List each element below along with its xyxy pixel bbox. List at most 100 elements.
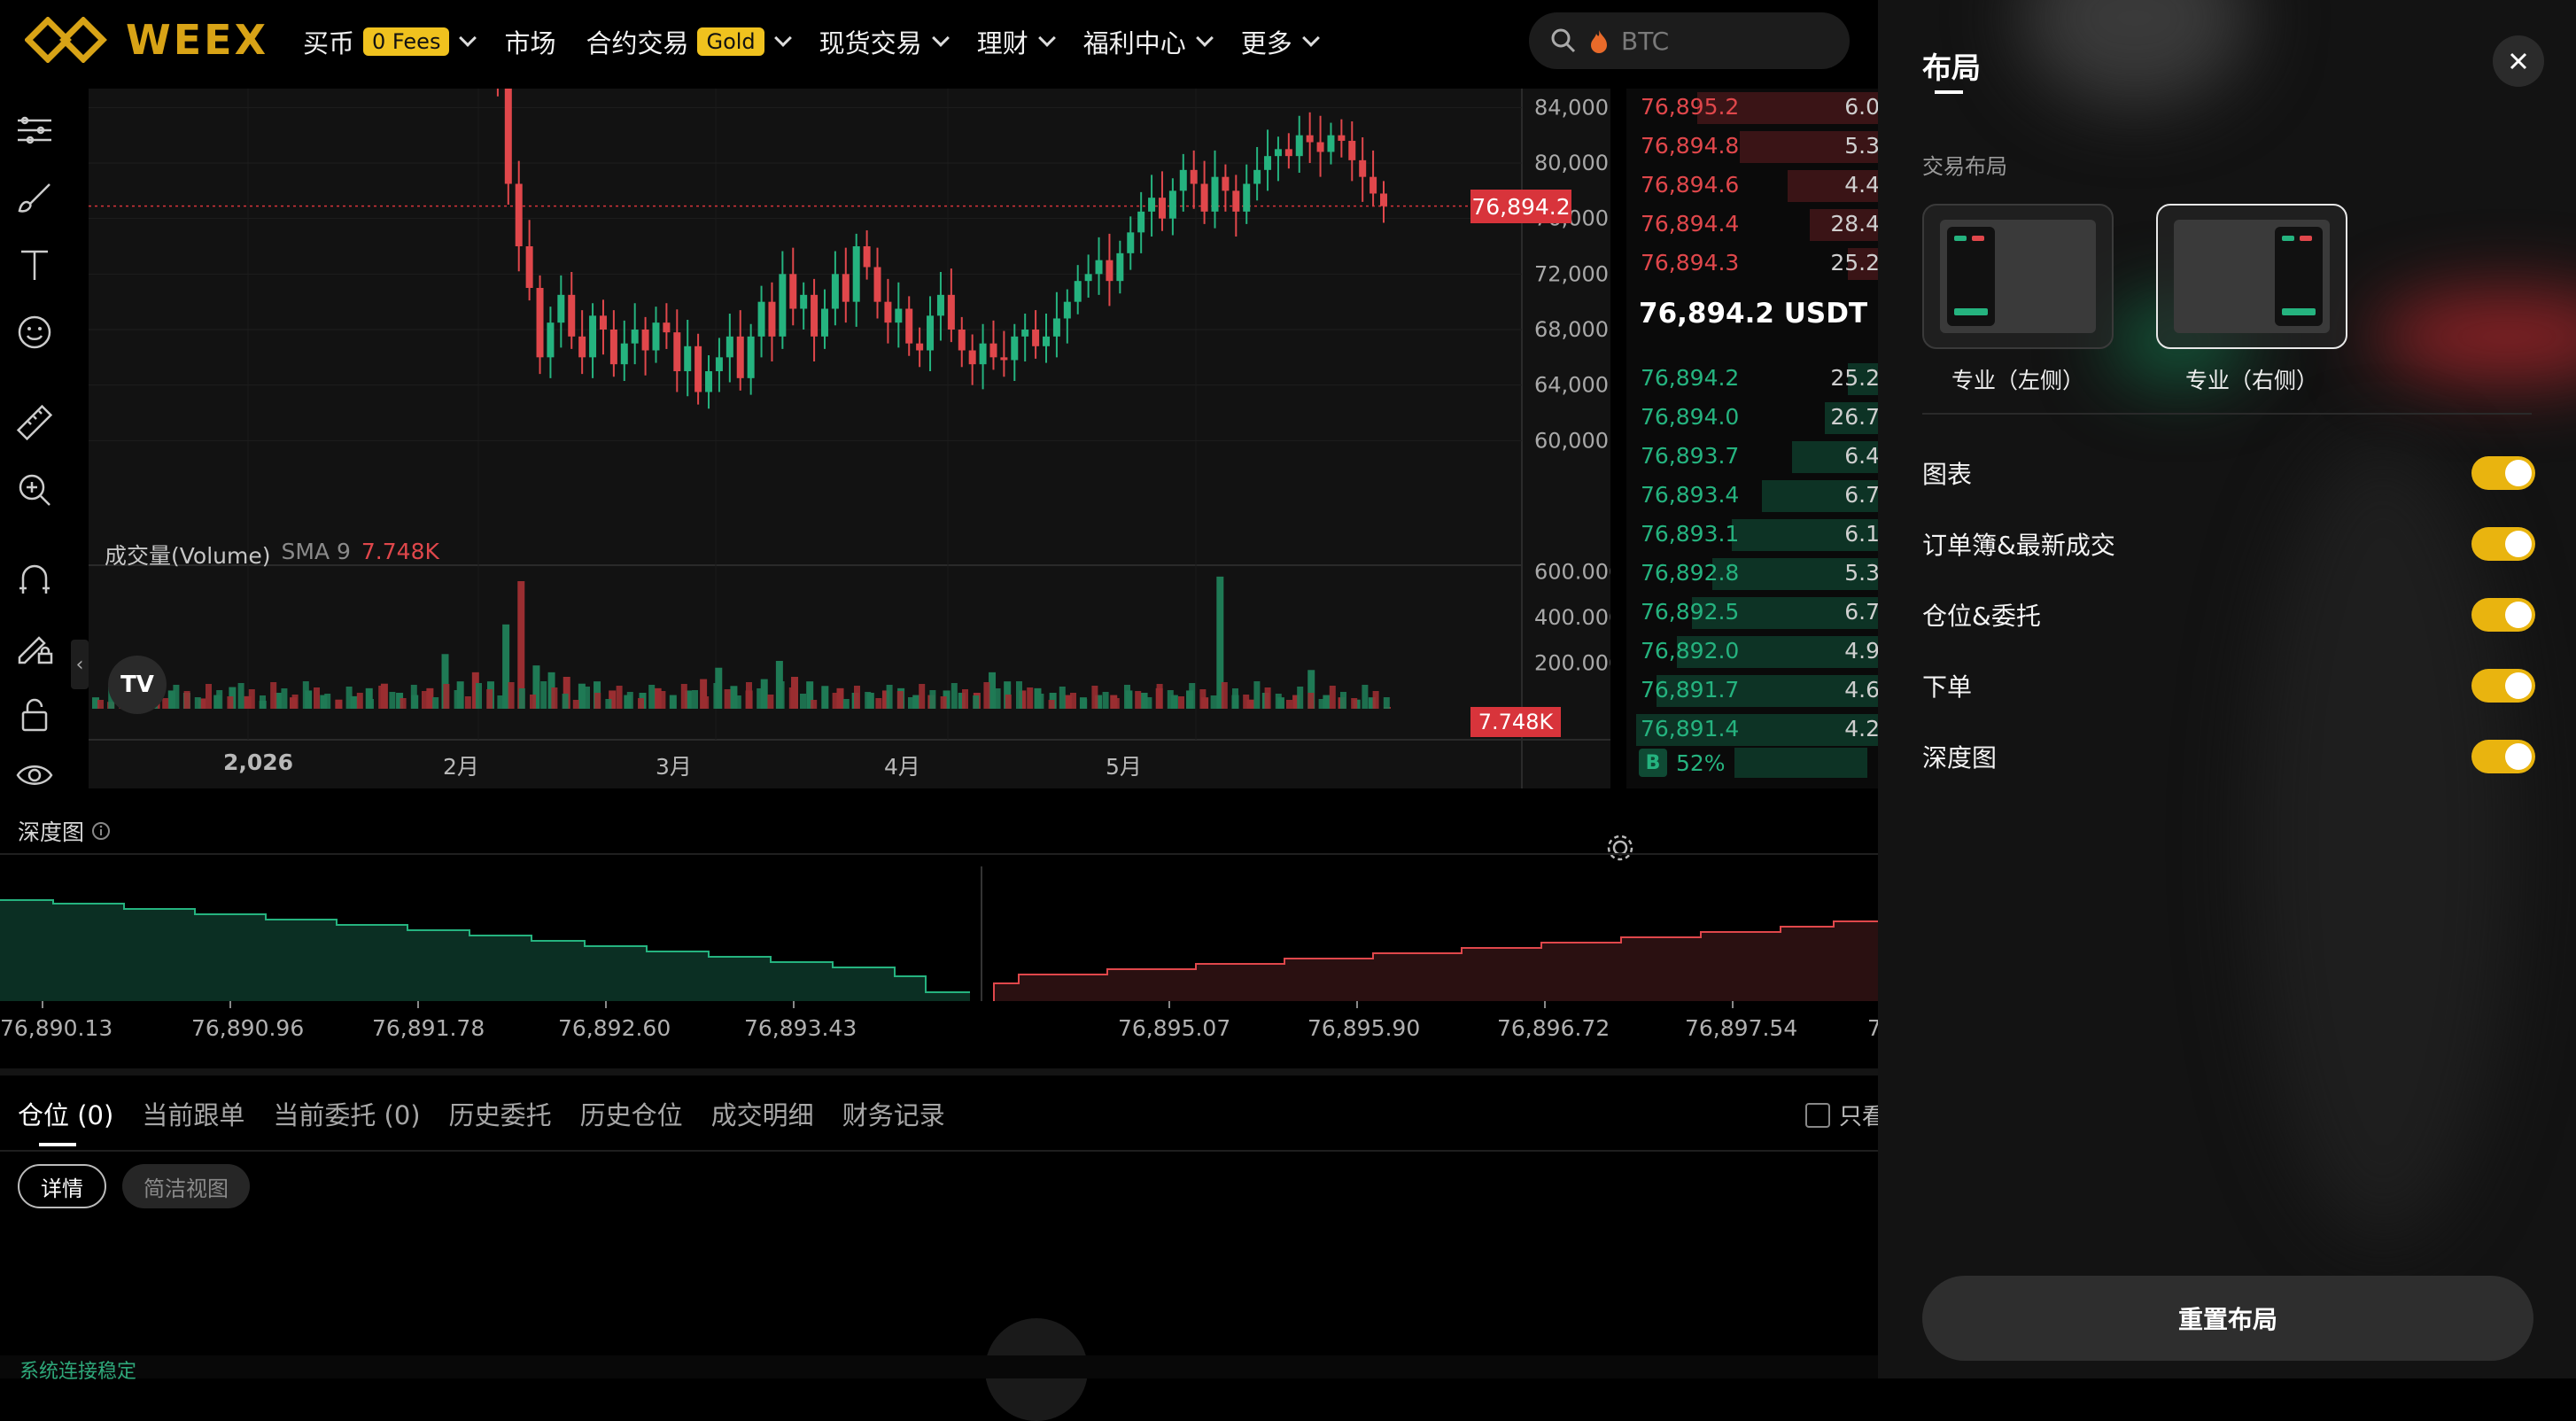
collapse-toolbar-chevron-icon[interactable]: ‹ [71, 640, 89, 689]
close-button[interactable] [2493, 35, 2544, 87]
tab-order-history[interactable]: 历史委托 [449, 1095, 552, 1132]
ask-row[interactable]: 76,894.6 4.4 [1626, 167, 1878, 206]
ask-row[interactable]: 76,894.8 5.3 [1626, 128, 1878, 167]
volume-value: 7.748K [361, 539, 439, 564]
volume-bar [670, 697, 677, 709]
tab-copy-orders[interactable]: 当前跟单 [142, 1095, 244, 1132]
positions-toggle[interactable] [2471, 598, 2535, 632]
volume-bar [865, 692, 872, 709]
nav-buy-crypto[interactable]: 买币 0 Fees [303, 23, 477, 60]
toggle-row-depth: 深度图 [1922, 730, 2535, 783]
tab-position-history[interactable]: 历史仓位 [580, 1095, 683, 1132]
volume-bar [767, 695, 774, 709]
nav-more[interactable]: 更多 [1241, 23, 1320, 60]
depth-axis-label: 76,897.54 [1685, 1015, 1798, 1041]
tab-trade-details[interactable]: 成交明细 [711, 1095, 814, 1132]
volume-bar [1037, 694, 1044, 709]
price-chart[interactable]: 60,000.064,000.068,000.072,000.076,000.0… [89, 89, 1633, 861]
depth-title-text: 深度图 [18, 819, 85, 845]
candle-body [1264, 156, 1272, 170]
bid-row[interactable]: 76,893.7 6.4 [1626, 438, 1878, 477]
candle-body [1380, 193, 1387, 206]
ask-row[interactable]: 76,894.4 28.4 [1626, 206, 1878, 245]
text-icon[interactable] [12, 243, 57, 287]
detail-view-button[interactable]: 详情 [18, 1164, 106, 1208]
bid-row[interactable]: 76,891.4 4.2 [1626, 710, 1878, 749]
depth-chart-toggle[interactable] [2471, 740, 2535, 773]
only-show-checkbox[interactable]: 只看 [1805, 1099, 1885, 1131]
layout-panel [2275, 227, 2323, 326]
ask-row[interactable]: 76,894.3 25.2 [1626, 245, 1878, 283]
bid-row[interactable]: 76,891.7 4.6 [1626, 672, 1878, 710]
candle-body [694, 346, 702, 392]
lock-icon[interactable] [12, 693, 57, 737]
date-axis-label: 2,026 [223, 749, 294, 775]
volume-bar [194, 697, 201, 709]
brush-icon[interactable] [12, 175, 57, 220]
weex-logo[interactable]: WEEX [25, 16, 268, 64]
bid-row[interactable]: 76,893.1 6.1 [1626, 516, 1878, 555]
volume-bar [1243, 695, 1250, 709]
candle-body [568, 294, 576, 337]
chart-toggle[interactable] [2471, 456, 2535, 490]
order-price: 76,893.4 [1641, 482, 1740, 508]
order-qty: 6.7 [1844, 482, 1878, 508]
price-axis-label: 72,000.0 [1534, 261, 1610, 286]
volume-bar [929, 690, 936, 709]
bid-row[interactable]: 76,894.2 25.2 [1626, 360, 1878, 399]
volume-bar [1027, 687, 1034, 709]
magnet-icon[interactable] [12, 558, 57, 602]
trend-lines-icon[interactable] [12, 108, 57, 152]
nav-rewards[interactable]: 福利中心 [1083, 23, 1214, 60]
zoom-in-icon[interactable] [12, 468, 57, 512]
order-qty: 4.6 [1844, 677, 1878, 703]
candle-body [1306, 135, 1314, 143]
bid-row[interactable]: 76,893.4 6.7 [1626, 477, 1878, 516]
orderbook-toggle[interactable] [2471, 527, 2535, 561]
volume-bar [1210, 695, 1217, 709]
depth-axis-label: 76,891.78 [372, 1015, 485, 1041]
drawing-toolbar [0, 89, 69, 788]
bid-row[interactable]: 76,892.5 6.7 [1626, 594, 1878, 633]
layout-option-right[interactable] [2156, 204, 2347, 349]
order-form-toggle[interactable] [2471, 669, 2535, 703]
volume-bar [713, 683, 720, 709]
emoji-icon[interactable] [12, 310, 57, 354]
info-icon[interactable] [91, 821, 111, 841]
bid-row[interactable]: 76,892.8 5.3 [1626, 555, 1878, 594]
chevron-down-icon [773, 29, 792, 47]
ruler-icon[interactable] [12, 400, 57, 445]
ask-row[interactable]: 76,895.2 6.0 [1626, 89, 1878, 128]
candle-body [652, 322, 660, 351]
candle-body [927, 315, 935, 351]
checkbox-box[interactable] [1805, 1102, 1830, 1128]
search-input[interactable]: BTC [1529, 12, 1850, 69]
draw-lock-icon[interactable] [12, 625, 57, 670]
order-qty: 4.9 [1844, 638, 1878, 664]
tradingview-logo-icon[interactable]: TV [108, 656, 167, 714]
simple-view-button[interactable]: 简洁视图 [122, 1164, 250, 1208]
layout-option-left[interactable] [1922, 204, 2114, 349]
volume-bar [345, 687, 353, 709]
bid-row[interactable]: 76,894.0 26.7 [1626, 399, 1878, 438]
reset-layout-button[interactable]: 重置布局 [1922, 1276, 2533, 1361]
bid-row[interactable]: 76,892.0 4.9 [1626, 633, 1878, 672]
volume-legend[interactable]: 成交量(Volume) SMA 9 7.748K [105, 539, 439, 571]
depth-chart-svg[interactable] [0, 852, 1878, 1012]
nav-spot[interactable]: 现货交易 [819, 23, 950, 60]
nav-futures[interactable]: 合约交易 Gold [586, 23, 792, 60]
volume-bar [778, 681, 785, 709]
tab-positions[interactable]: 仓位 (0) [18, 1095, 113, 1132]
nav-earn[interactable]: 理财 [977, 23, 1056, 60]
volume-bar [702, 696, 710, 709]
tab-open-orders[interactable]: 当前委托 (0) [273, 1095, 420, 1132]
tab-financial-records[interactable]: 财务记录 [842, 1095, 945, 1132]
volume-bar [270, 682, 277, 709]
volume-bar [291, 695, 299, 709]
eye-icon[interactable] [12, 753, 57, 797]
candle-body [1158, 198, 1166, 219]
nav-market[interactable]: 市场 [504, 23, 555, 60]
main-nav: 买币 0 Fees 市场 合约交易 Gold 现货交易 理财 福利中心 更多 [303, 0, 1320, 83]
order-qty: 5.3 [1844, 133, 1878, 159]
candle-body [1179, 169, 1187, 191]
